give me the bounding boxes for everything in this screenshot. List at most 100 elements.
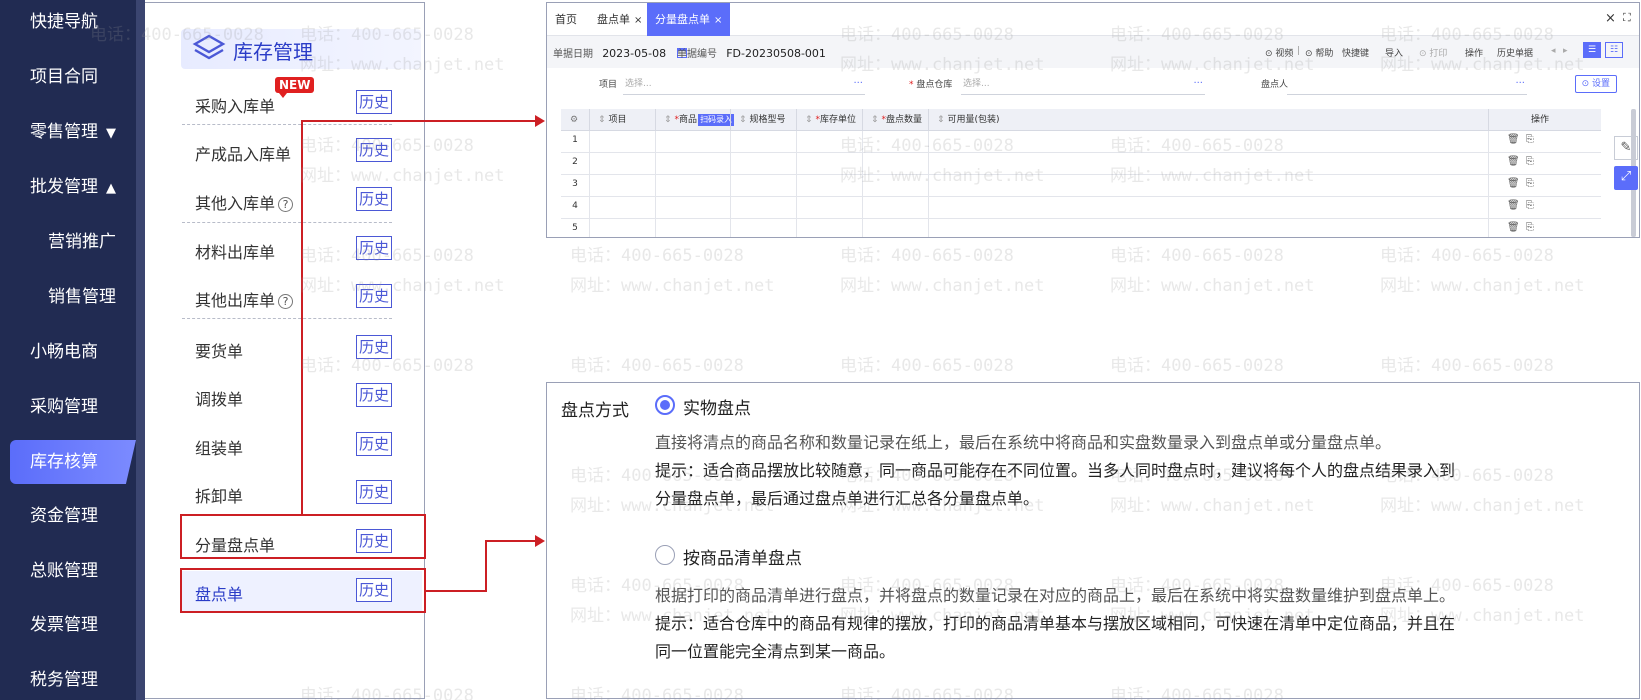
submenu-item-finished-goods-inbound[interactable]: 产成品入库单 历史: [193, 136, 413, 166]
nav-scrollbar[interactable]: [136, 0, 145, 700]
help-button[interactable]: ⊙ 帮助: [1305, 46, 1333, 59]
tab-stocktake[interactable]: 盘点单 ×: [591, 3, 648, 36]
row-action-icons[interactable]: 🗑⎘: [1507, 156, 1540, 167]
date-field[interactable]: 单据日期 2023-05-08: [553, 45, 688, 60]
import-button[interactable]: 导入: [1385, 46, 1403, 59]
col-product[interactable]: ⇕ *商品 扫码录入: [655, 109, 735, 131]
nav-item-general-ledger[interactable]: 总账管理: [0, 549, 145, 593]
shortcut-button[interactable]: 快捷键: [1342, 46, 1369, 59]
col-count-qty[interactable]: ⇕ *盘点数量: [862, 109, 928, 131]
left-navigation: 快捷导航 项目合同 零售管理 ▼ 批发管理 ▲ 营销推广 销售管理 小畅电商 采购管…: [0, 0, 145, 700]
list-view-icon[interactable]: ☰: [1583, 42, 1601, 58]
sort-icon: ⇕: [871, 115, 879, 125]
fullscreen-icon[interactable]: ⛶: [1623, 11, 1631, 25]
note-icon[interactable]: ✎: [1614, 136, 1638, 160]
method-label: 盘点方式: [561, 401, 629, 421]
person-input[interactable]: ···: [1287, 75, 1527, 95]
row-action-icons[interactable]: 🗑⎘: [1507, 222, 1540, 233]
option-physical-count-title[interactable]: 实物盘点: [683, 394, 751, 419]
help-icon[interactable]: ?: [278, 197, 294, 212]
print-button[interactable]: ⊙ 打印: [1419, 46, 1447, 59]
nav-item-project-contract[interactable]: 项目合同: [0, 55, 145, 99]
table-row[interactable]: 4 🗑⎘: [561, 197, 1601, 219]
more-icon[interactable]: ···: [1515, 75, 1525, 93]
nav-label: 发票管理: [30, 615, 98, 635]
nav-item-sales[interactable]: 销售管理: [0, 275, 145, 319]
more-icon[interactable]: ···: [1193, 75, 1203, 93]
history-button[interactable]: 历史: [356, 480, 392, 504]
nav-item-inventory-accounting[interactable]: 库存核算: [10, 440, 136, 484]
connector-line: [485, 540, 535, 542]
history-docs-button[interactable]: 历史单据: [1497, 46, 1533, 59]
submenu-item-transfer[interactable]: 调拨单 历史: [193, 381, 413, 411]
settings-button[interactable]: ⊙ 设置: [1574, 75, 1617, 93]
nav-item-wholesale[interactable]: 批发管理 ▲: [0, 165, 145, 209]
date-label: 单据日期: [553, 49, 593, 60]
nav-item-retail[interactable]: 零售管理 ▼: [0, 110, 145, 154]
nav-label: 项目合同: [30, 67, 98, 87]
submenu-item-assembly[interactable]: 组装单 历史: [193, 430, 413, 460]
operate-button[interactable]: 操作: [1465, 46, 1483, 59]
nav-item-tax[interactable]: 税务管理: [0, 658, 145, 700]
radio-physical-count[interactable]: [655, 395, 675, 415]
nav-item-invoice[interactable]: 发票管理: [0, 603, 145, 647]
option-list-count-title[interactable]: 按商品清单盘点: [683, 544, 802, 569]
cell-divider: [862, 197, 863, 219]
nav-item-purchase[interactable]: 采购管理: [0, 385, 145, 429]
warehouse-input[interactable]: 选择... ···: [961, 75, 1205, 95]
submenu-item-material-outbound[interactable]: 材料出库单 历史: [193, 234, 413, 264]
video-button[interactable]: ⊙ 视频: [1265, 46, 1293, 59]
nav-item-marketing[interactable]: 营销推广: [0, 220, 145, 264]
scan-entry-button[interactable]: 扫码录入: [698, 114, 735, 126]
history-button[interactable]: 历史: [356, 383, 392, 407]
expand-icon[interactable]: ⤢: [1614, 166, 1638, 190]
submenu-item-other-inbound[interactable]: 其他入库单? 历史: [193, 185, 413, 215]
close-icon[interactable]: ×: [714, 15, 722, 26]
table-row[interactable]: 2 🗑⎘: [561, 153, 1601, 175]
table-row[interactable]: 5 🗑⎘: [561, 219, 1601, 237]
cell-divider: [730, 131, 731, 153]
cell-divider: [589, 197, 590, 219]
nav-item-funds[interactable]: 资金管理: [0, 494, 145, 538]
nav-item-quick-nav[interactable]: 快捷导航: [0, 0, 145, 44]
project-input[interactable]: 选择... ···: [623, 75, 865, 95]
cell-divider: [655, 175, 656, 197]
submenu-item-disassembly[interactable]: 拆卸单 历史: [193, 478, 413, 508]
table-row[interactable]: 1 🗑⎘: [561, 131, 1601, 153]
row-action-icons[interactable]: 🗑⎘: [1507, 200, 1540, 211]
col-project[interactable]: ⇕ 项目: [589, 109, 655, 131]
watermark-phone: 电话：400-665-0028: [840, 246, 1014, 266]
col-available[interactable]: ⇕ 可用量(包装): [928, 109, 1488, 131]
history-button[interactable]: 历史: [356, 187, 392, 211]
submenu-item-requisition[interactable]: 要货单 历史: [193, 333, 413, 363]
submenu-item-other-outbound[interactable]: 其他出库单? 历史: [193, 282, 413, 312]
radio-list-count[interactable]: [655, 545, 675, 565]
tab-partial-stocktake[interactable]: 分量盘点单 ×: [647, 3, 731, 36]
history-button[interactable]: 历史: [356, 432, 392, 456]
watermark-phone: 电话：400-665-0028: [1110, 356, 1284, 376]
cell-divider: [655, 153, 656, 175]
history-button[interactable]: 历史: [356, 236, 392, 260]
col-spec[interactable]: ⇕ 规格型号: [730, 109, 796, 131]
nav-item-ecommerce[interactable]: 小畅电商: [0, 330, 145, 374]
next-icon[interactable]: ▸: [1563, 46, 1568, 56]
tab-home[interactable]: 首页: [549, 3, 583, 36]
table-row[interactable]: 3 🗑⎘: [561, 175, 1601, 197]
more-icon[interactable]: ···: [853, 75, 863, 93]
history-button[interactable]: 历史: [356, 335, 392, 359]
window-close-icon[interactable]: ×: [1605, 11, 1616, 26]
history-button[interactable]: 历史: [356, 284, 392, 308]
cell-divider: [1488, 197, 1489, 219]
row-action-icons[interactable]: 🗑⎘: [1507, 134, 1540, 145]
close-icon[interactable]: ×: [634, 15, 642, 26]
history-button[interactable]: 历史: [356, 138, 392, 162]
gear-icon[interactable]: ⚙: [561, 109, 589, 131]
prev-icon[interactable]: ◂: [1551, 46, 1556, 56]
submenu-item-purchase-inbound[interactable]: 采购入库单 历史: [193, 88, 413, 118]
help-icon[interactable]: ?: [278, 294, 294, 309]
cell-divider: [928, 153, 929, 175]
card-view-icon[interactable]: ☷: [1605, 42, 1623, 58]
history-button[interactable]: 历史: [356, 90, 392, 114]
row-action-icons[interactable]: 🗑⎘: [1507, 178, 1540, 189]
col-unit[interactable]: ⇕ *库存单位: [796, 109, 862, 131]
